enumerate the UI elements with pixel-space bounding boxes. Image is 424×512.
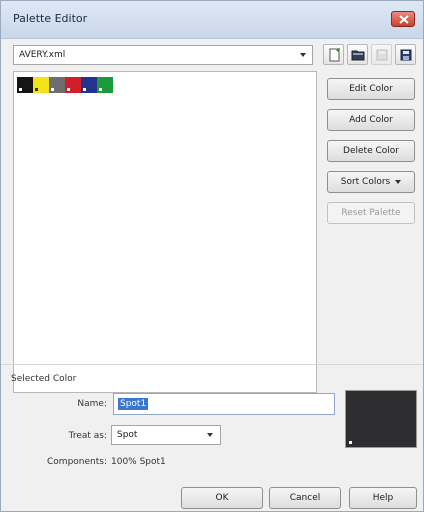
cancel-label: Cancel <box>289 493 321 503</box>
ok-label: OK <box>215 493 229 503</box>
spot-marker <box>349 441 352 444</box>
new-palette-button[interactable] <box>323 44 344 65</box>
color-name-input[interactable]: Spot1 <box>113 393 335 415</box>
open-palette-button[interactable] <box>347 44 368 65</box>
swatch-row <box>17 77 113 93</box>
sort-colors-label: Sort Colors <box>340 177 391 187</box>
close-button[interactable] <box>391 11 415 27</box>
new-palette-icon <box>329 48 340 62</box>
treat-as-select[interactable]: Spot <box>111 425 221 445</box>
chevron-down-icon <box>300 53 306 57</box>
spot-marker <box>35 88 38 91</box>
color-swatch[interactable] <box>33 77 49 93</box>
window-title: Palette Editor <box>13 12 88 25</box>
color-swatch[interactable] <box>97 77 113 93</box>
color-name-value: Spot1 <box>118 398 149 410</box>
spot-marker <box>19 88 22 91</box>
spot-marker <box>83 88 86 91</box>
add-color-button[interactable]: Add Color <box>327 109 415 131</box>
ok-button[interactable]: OK <box>181 487 263 509</box>
components-label: Components: <box>47 457 107 467</box>
chevron-down-icon <box>207 433 213 437</box>
save-palette-disabled-icon <box>376 49 388 61</box>
spot-marker <box>51 88 54 91</box>
spot-marker <box>67 88 70 91</box>
chevron-down-icon <box>395 179 402 184</box>
sort-colors-button[interactable]: Sort Colors <box>327 171 415 193</box>
close-icon <box>399 15 409 24</box>
delete-color-button[interactable]: Delete Color <box>327 140 415 162</box>
delete-color-label: Delete Color <box>343 146 399 156</box>
components-value: 100% Spot1 <box>111 457 166 467</box>
reset-palette-button[interactable]: Reset Palette <box>327 202 415 224</box>
palette-editor-window: Palette Editor AVERY.xml Edit Color Add … <box>0 0 424 512</box>
color-preview <box>345 390 417 448</box>
treat-as-value: Spot <box>117 430 138 440</box>
help-button[interactable]: Help <box>349 487 417 509</box>
reset-palette-label: Reset Palette <box>341 208 401 218</box>
edit-color-label: Edit Color <box>349 84 393 94</box>
open-palette-icon <box>351 50 365 61</box>
palette-file-value: AVERY.xml <box>19 50 66 60</box>
save-palette-button[interactable] <box>371 44 392 65</box>
edit-color-button[interactable]: Edit Color <box>327 78 415 100</box>
treat-as-label: Treat as: <box>68 431 107 441</box>
add-color-label: Add Color <box>349 115 393 125</box>
color-swatch[interactable] <box>49 77 65 93</box>
group-separator <box>1 364 423 365</box>
palette-swatch-area[interactable] <box>13 71 317 393</box>
save-as-palette-button[interactable] <box>395 44 416 65</box>
title-bar: Palette Editor <box>1 1 423 39</box>
cancel-button[interactable]: Cancel <box>269 487 341 509</box>
palette-file-select[interactable]: AVERY.xml <box>13 45 313 65</box>
dialog-body: AVERY.xml Edit Color Add Color Delete Co… <box>1 39 423 511</box>
save-as-palette-icon <box>400 49 412 61</box>
help-label: Help <box>372 493 394 503</box>
color-swatch[interactable] <box>17 77 33 93</box>
name-label: Name: <box>77 399 107 409</box>
color-swatch[interactable] <box>81 77 97 93</box>
spot-marker <box>99 88 102 91</box>
selected-color-heading: Selected Color <box>11 374 77 384</box>
color-swatch[interactable] <box>65 77 81 93</box>
